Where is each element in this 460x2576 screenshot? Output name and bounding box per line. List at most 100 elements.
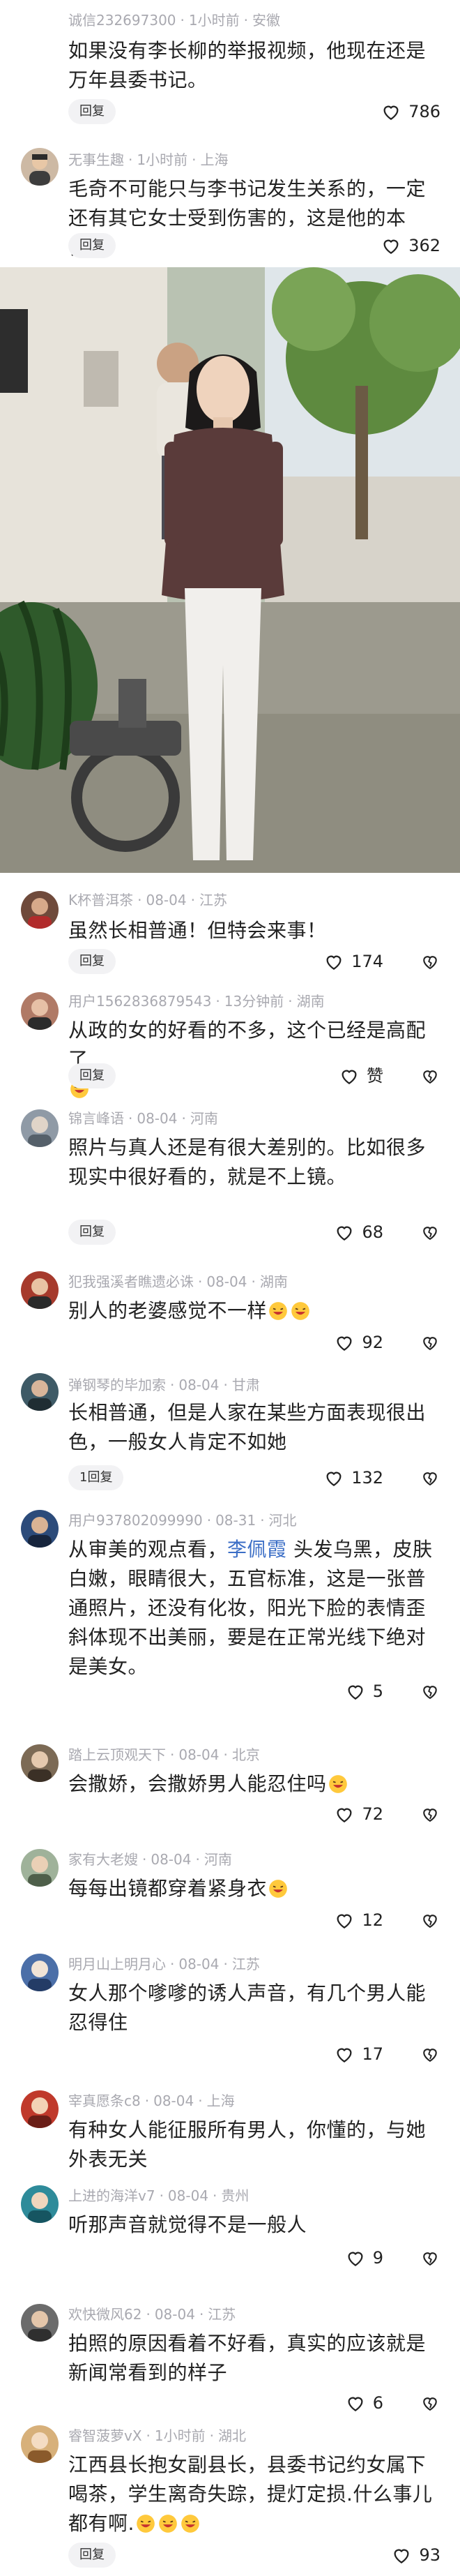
- dislike-button[interactable]: [420, 2042, 440, 2067]
- avatar[interactable]: [21, 1109, 59, 1147]
- avatar[interactable]: [21, 1373, 59, 1411]
- location: 安徽: [252, 12, 280, 29]
- like-count: 132: [351, 1468, 383, 1488]
- laughing-emoji-icon: [181, 2514, 200, 2533]
- like-button[interactable]: 赞: [339, 1063, 383, 1088]
- avatar[interactable]: [21, 1849, 59, 1887]
- comment-item: 明月山上明月心 · 08-04 · 江苏 女人那个嗲嗲的诱人声音，有几个男人能忍得住 1…: [0, 1941, 460, 2081]
- like-button[interactable]: 12: [334, 1908, 383, 1933]
- like-count: 92: [362, 1333, 383, 1352]
- avatar[interactable]: [21, 1510, 59, 1548]
- timestamp: 08-04: [151, 1851, 192, 1868]
- username[interactable]: 明月山上明月心: [68, 1956, 166, 1972]
- timestamp: 1小时前: [154, 2427, 206, 2444]
- like-button[interactable]: 362: [381, 233, 440, 258]
- laughing-emoji-icon: [158, 2514, 178, 2533]
- comment-meta: 用户937802099990 · 08-31 · 河北: [68, 1512, 297, 1529]
- username[interactable]: 犯我强溪者瞧遗必诛: [68, 1273, 194, 1290]
- username[interactable]: 睿智菠萝vX: [68, 2427, 142, 2444]
- like-button[interactable]: 174: [323, 949, 383, 974]
- avatar[interactable]: [21, 2090, 59, 2128]
- username[interactable]: 用户937802099990: [68, 1512, 203, 1529]
- dislike-button[interactable]: [420, 1063, 440, 1088]
- comment-item: 踏上云顶观天下 · 08-04 · 北京 会撒娇，会撒娇男人能忍住吗 72: [0, 1730, 460, 1835]
- like-count: 赞: [367, 1066, 383, 1086]
- dislike-button[interactable]: [420, 949, 440, 974]
- like-button[interactable]: 5: [345, 1679, 383, 1704]
- dislike-button[interactable]: [420, 1465, 440, 1490]
- like-button[interactable]: 68: [334, 1220, 383, 1245]
- dislike-button[interactable]: [420, 1679, 440, 1704]
- username[interactable]: 用户1562836879543: [68, 993, 211, 1010]
- laughing-emoji-icon: [268, 1301, 288, 1321]
- dislike-button[interactable]: [420, 1802, 440, 1827]
- reply-button[interactable]: 回复: [68, 2543, 116, 2568]
- username[interactable]: 欢快微风62: [68, 2306, 141, 2323]
- timestamp: 08-04: [154, 2306, 195, 2323]
- reply-button[interactable]: 回复: [68, 99, 116, 124]
- avatar[interactable]: [21, 148, 59, 186]
- comment-meta: 欢快微风62 · 08-04 · 江苏: [68, 2306, 236, 2323]
- username[interactable]: K杯普洱茶: [68, 892, 133, 908]
- dislike-button[interactable]: [420, 2390, 440, 2416]
- username[interactable]: 踏上云顶观天下: [68, 1746, 166, 1763]
- avatar[interactable]: [21, 1744, 59, 1782]
- reply-button[interactable]: 回复: [68, 233, 116, 258]
- username[interactable]: 上进的海洋v7: [68, 2187, 155, 2204]
- avatar[interactable]: [21, 992, 59, 1030]
- like-button[interactable]: 93: [391, 2543, 440, 2568]
- dislike-button[interactable]: [420, 1220, 440, 1245]
- avatar[interactable]: [21, 1954, 59, 1991]
- avatar[interactable]: [21, 891, 59, 929]
- username[interactable]: 诚信232697300: [68, 12, 176, 29]
- like-button[interactable]: 9: [345, 2245, 383, 2270]
- dislike-button[interactable]: [420, 1330, 440, 1355]
- username[interactable]: 无事生趣: [68, 151, 124, 168]
- like-count: 93: [419, 2545, 440, 2565]
- reply-button[interactable]: 回复: [68, 949, 116, 974]
- avatar[interactable]: [21, 1271, 59, 1309]
- broken-heart-icon: [423, 956, 437, 970]
- comment-text: 别人的老婆感觉不一样: [68, 1296, 438, 1326]
- location: 河北: [268, 1512, 297, 1529]
- reply-button[interactable]: 回复: [68, 1063, 116, 1088]
- location: 上海: [206, 2092, 235, 2109]
- broken-heart-icon: [423, 1337, 437, 1351]
- location: 河南: [190, 1110, 218, 1127]
- reply-button[interactable]: 回复: [68, 1220, 116, 1245]
- comment-item: 上进的海洋v7 · 08-04 · 贵州 听那声音就觉得不是一般人 9: [0, 2185, 460, 2291]
- comment-text: 从审美的观点看，李佩霞 头发乌黑，皮肤白嫩，眼睛很大，五官标准，这是一张普通照片…: [68, 1535, 438, 1682]
- timestamp: 08-04: [206, 1273, 247, 1290]
- comment-meta: 家有大老嫂 · 08-04 · 河南: [68, 1851, 232, 1868]
- username[interactable]: 宰真愿条c8: [68, 2092, 141, 2109]
- comment-meta: 明月山上明月心 · 08-04 · 江苏: [68, 1956, 260, 1972]
- username[interactable]: 弹钢琴的毕加索: [68, 1377, 166, 1393]
- like-button[interactable]: 92: [334, 1330, 383, 1355]
- comment-item: 犯我强溪者瞧遗必诛 · 08-04 · 湖南 别人的老婆感觉不一样 92: [0, 1261, 460, 1368]
- laughing-emoji-icon: [136, 2514, 155, 2533]
- like-count: 6: [372, 2393, 383, 2413]
- broken-heart-icon: [423, 1915, 437, 1929]
- like-button[interactable]: 72: [334, 1802, 383, 1827]
- comment-item: 锦言峰语 · 08-04 · 河南 照片与真人还是有很大差别的。比如很多现实中很好看的，…: [0, 1094, 460, 1261]
- like-count: 174: [351, 952, 383, 971]
- comment-text-content: 每每出镜都穿着紧身衣: [68, 1877, 268, 1900]
- like-button[interactable]: 132: [323, 1465, 383, 1490]
- like-button[interactable]: 786: [381, 99, 440, 124]
- avatar[interactable]: [21, 2185, 59, 2223]
- avatar[interactable]: [21, 2304, 59, 2342]
- comment-item: 用户937802099990 · 08-31 · 河北 从审美的观点看，李佩霞 头发乌黑…: [0, 1507, 460, 1730]
- comment-text-pre: 从审美的观点看，: [68, 1538, 228, 1561]
- comment-item: 用户1562836879543 · 13分钟前 · 湖南 从政的女的好看的不多，这个已经…: [0, 975, 460, 1098]
- like-button[interactable]: 17: [334, 2042, 383, 2067]
- dislike-button[interactable]: [420, 2245, 440, 2270]
- attached-photo[interactable]: [0, 267, 460, 873]
- username[interactable]: 家有大老嫂: [68, 1851, 138, 1868]
- reply-button[interactable]: 1回复: [68, 1465, 124, 1490]
- heart-icon: [337, 1336, 352, 1351]
- like-button[interactable]: 6: [345, 2390, 383, 2416]
- avatar[interactable]: [21, 2425, 59, 2463]
- mention-link[interactable]: 李佩霞: [227, 1538, 287, 1561]
- username[interactable]: 锦言峰语: [68, 1110, 124, 1127]
- dislike-button[interactable]: [420, 1908, 440, 1933]
